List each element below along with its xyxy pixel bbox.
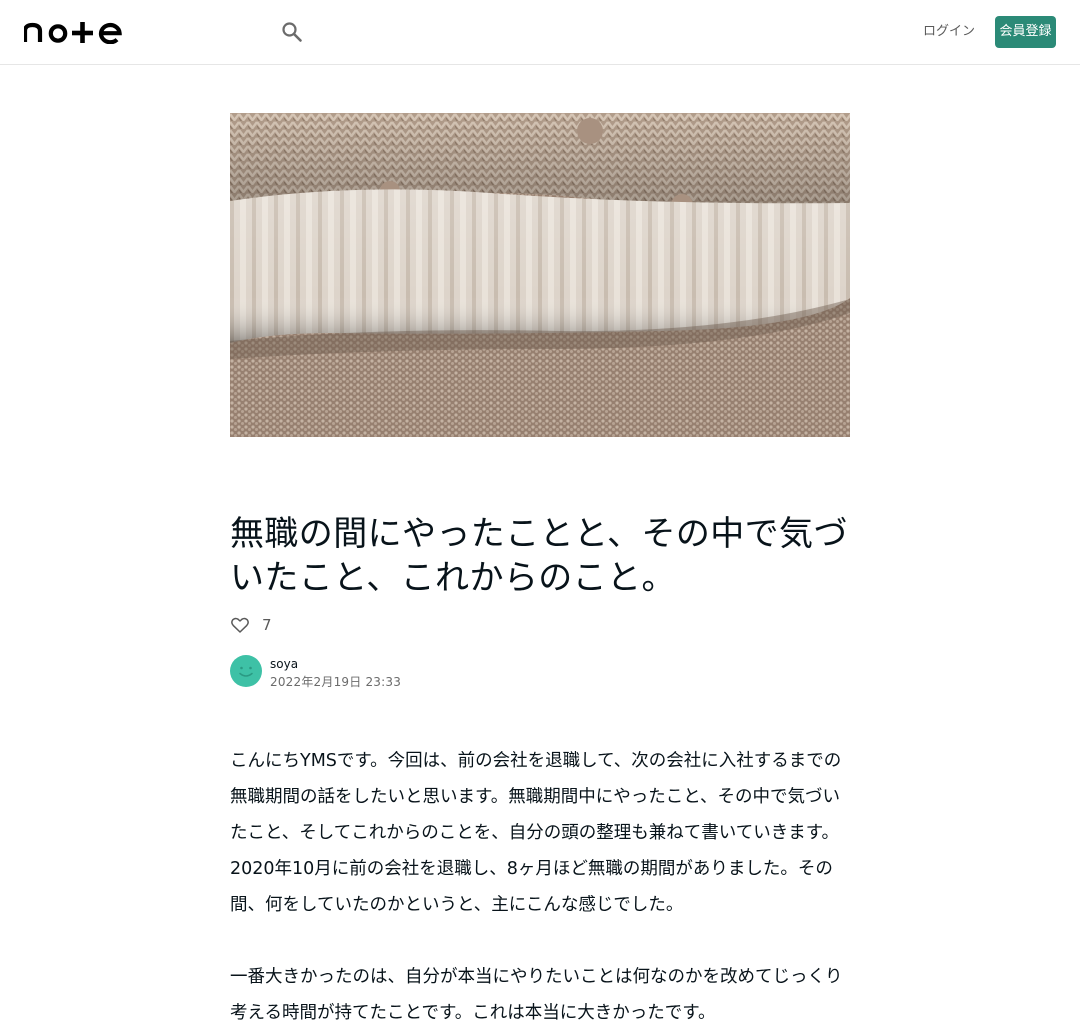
- article-paragraph: こんにちYMSです。今回は、前の会社を退職して、次の会社に入社するまでの無職期間…: [230, 751, 842, 843]
- top-header: ログイン 会員登録: [0, 0, 1080, 65]
- like-count[interactable]: 7: [262, 614, 272, 636]
- article-title: 無職の間にやったことと、その中で気づいたこと、これからのこと。: [230, 514, 848, 598]
- hero-image: [230, 113, 850, 437]
- note-logo[interactable]: [24, 20, 122, 44]
- search-icon[interactable]: [281, 21, 303, 43]
- login-link[interactable]: ログイン: [920, 20, 978, 44]
- heart-icon[interactable]: [230, 615, 250, 635]
- author-name[interactable]: soya: [270, 655, 298, 673]
- article-paragraph: 2020年10月に前の会社を退職し、8ヶ月ほど無職の期間がありました。その間、何…: [230, 859, 833, 915]
- article-paragraph: 一番大きかったのは、自分が本当にやりたいことは何なのかを改めてじっくり考える時間…: [230, 967, 843, 1023]
- signup-button[interactable]: 会員登録: [995, 16, 1056, 48]
- author-avatar[interactable]: [230, 655, 262, 687]
- post-date: 2022年2月19日 23:33: [270, 675, 402, 689]
